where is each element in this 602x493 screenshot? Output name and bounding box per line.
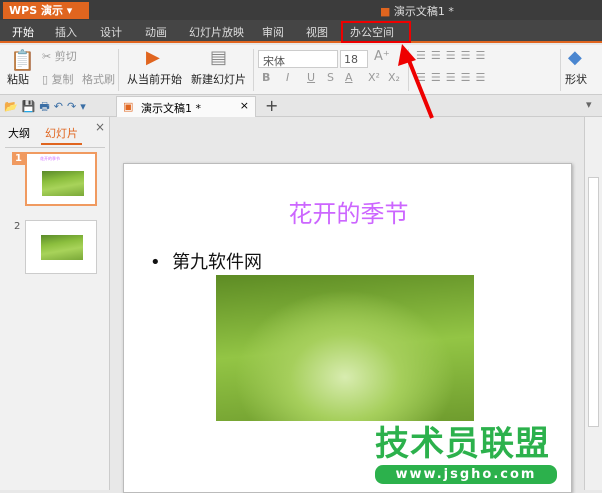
annotation-arrow <box>398 44 434 119</box>
watermark: 技术员联盟 www.jsgho.com <box>375 425 595 484</box>
arrow-shaft <box>406 57 434 119</box>
arrow-head <box>398 44 416 66</box>
watermark-brand: 技术员联盟 <box>375 424 550 464</box>
watermark-url: www.jsgho.com <box>375 465 557 484</box>
